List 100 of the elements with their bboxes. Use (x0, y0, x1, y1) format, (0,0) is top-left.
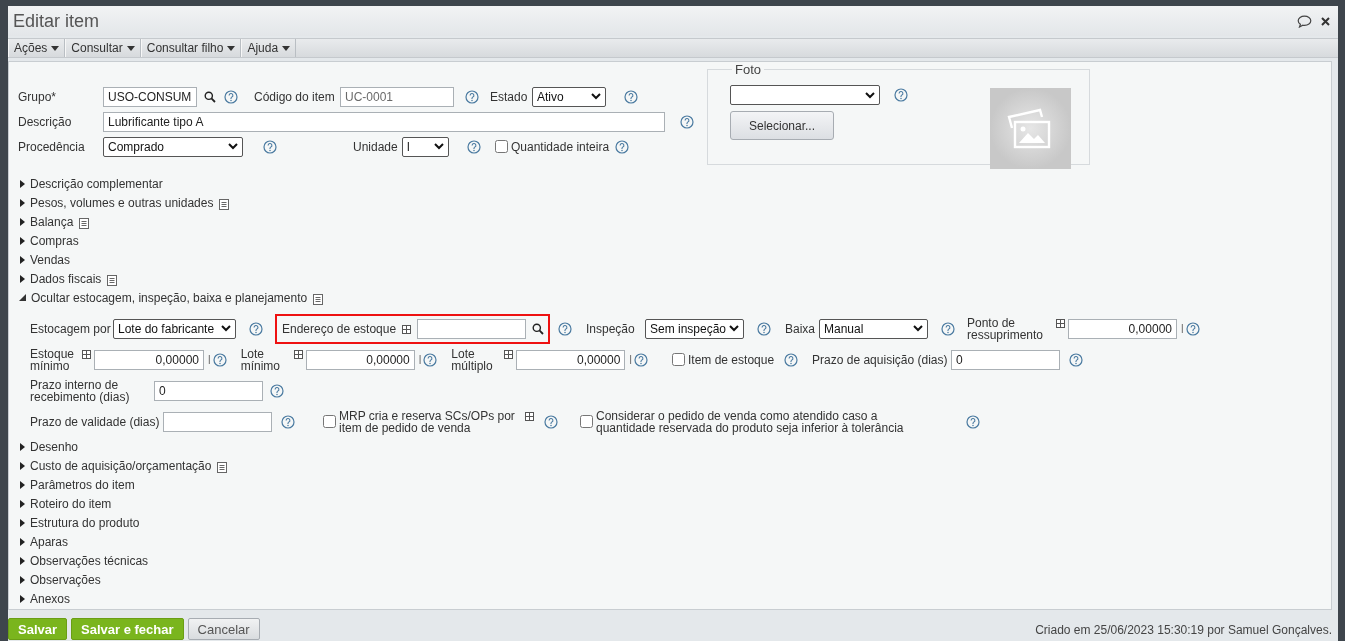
input-field[interactable]: USO-CONSUM (103, 86, 197, 107)
checkbox[interactable] (495, 140, 508, 153)
help-icon[interactable] (558, 321, 572, 336)
input-field[interactable]: 0,00000 (1068, 318, 1177, 339)
section-header[interactable]: Roteiro do item (30, 496, 112, 511)
dropdown[interactable]: Sem inspeção (645, 318, 744, 339)
note-icon[interactable] (217, 461, 228, 473)
help-icon[interactable] (634, 352, 648, 367)
grid-icon[interactable] (82, 349, 91, 359)
section-header[interactable]: Descrição complementar (30, 176, 163, 191)
dropdown[interactable]: Comprado (103, 136, 243, 157)
section-header[interactable]: Ocultar estocagem, inspeção, baixa e planejamento (31, 290, 308, 305)
help-icon[interactable] (249, 321, 263, 336)
help-icon[interactable] (423, 352, 438, 367)
help-icon[interactable] (894, 88, 908, 102)
checkbox-label: Quantidade inteira (511, 140, 610, 153)
section-header[interactable]: Observações (30, 572, 101, 587)
input-field[interactable]: 0,00000 (305, 349, 415, 370)
section-header[interactable]: Parâmetros do item (30, 477, 135, 492)
menu-item[interactable]: Consultar filho (140, 39, 242, 57)
grid-icon[interactable] (402, 324, 412, 334)
section-header[interactable]: Observações técnicas (30, 553, 149, 568)
help-icon[interactable] (941, 321, 955, 336)
input-field[interactable]: Lubrificante tipo A (103, 111, 665, 132)
expand-arrow-icon[interactable] (20, 198, 25, 207)
expand-arrow-icon[interactable] (20, 575, 25, 584)
expand-arrow-icon[interactable] (20, 236, 25, 245)
close-icon[interactable] (1321, 16, 1330, 26)
expand-arrow-icon[interactable] (20, 480, 25, 489)
search-icon[interactable] (204, 90, 216, 103)
note-icon[interactable] (79, 217, 90, 229)
search-icon[interactable] (532, 322, 544, 335)
section-header[interactable]: Estrutura do produto (30, 515, 140, 530)
note-icon[interactable] (107, 274, 118, 286)
expand-arrow-icon[interactable] (20, 274, 25, 283)
collapse-arrow-icon[interactable] (19, 294, 26, 301)
help-icon[interactable] (1185, 321, 1200, 336)
help-icon[interactable] (263, 139, 277, 154)
grid-icon[interactable] (525, 411, 534, 421)
checkbox[interactable] (672, 353, 685, 366)
section-header[interactable]: Balança (30, 214, 74, 229)
section-header[interactable]: Pesos, volumes e outras unidades (30, 195, 214, 210)
checkbox[interactable] (580, 415, 593, 428)
input-field[interactable]: 0 (951, 349, 1061, 370)
field-label: Grupo* (18, 90, 57, 103)
input-field[interactable] (163, 411, 272, 432)
note-icon[interactable] (219, 198, 230, 210)
help-icon[interactable] (757, 321, 771, 336)
menu-item[interactable]: Ajuda (241, 39, 297, 57)
grid-icon[interactable] (504, 349, 514, 359)
expand-arrow-icon[interactable] (20, 556, 25, 565)
expand-arrow-icon[interactable] (20, 537, 25, 546)
help-icon[interactable] (224, 89, 238, 104)
help-icon[interactable] (212, 352, 227, 367)
note-icon[interactable] (313, 293, 324, 305)
dropdown[interactable]: Lote do fabricante (113, 318, 236, 339)
input-field[interactable]: 0 (154, 380, 263, 401)
section-header[interactable]: Custo de aquisição/orçamentação (30, 458, 212, 473)
expand-arrow-icon[interactable] (20, 179, 25, 188)
caret-icon (126, 45, 135, 51)
input-field[interactable]: 0,00000 (516, 349, 626, 370)
help-icon[interactable] (615, 139, 630, 154)
section-header[interactable]: Aparas (30, 534, 69, 549)
help-icon[interactable] (624, 89, 638, 104)
help-icon[interactable] (680, 114, 694, 129)
expand-arrow-icon[interactable] (20, 217, 25, 226)
dropdown[interactable]: Ativo (532, 86, 606, 107)
section-header[interactable]: Anexos (30, 591, 71, 606)
expand-arrow-icon[interactable] (20, 518, 25, 527)
help-icon[interactable] (1069, 352, 1084, 367)
comment-icon[interactable] (1297, 14, 1312, 28)
select-button[interactable]: Selecionar... (730, 111, 834, 140)
input-field[interactable] (417, 318, 526, 339)
help-icon[interactable] (966, 414, 980, 429)
menu-item[interactable]: Ações (8, 39, 66, 57)
checkbox[interactable] (323, 415, 336, 428)
help-icon[interactable] (544, 414, 558, 429)
input-field[interactable]: 0,00000 (94, 349, 204, 370)
section-header[interactable]: Vendas (30, 252, 71, 267)
grid-icon[interactable] (1056, 318, 1065, 328)
expand-arrow-icon[interactable] (20, 255, 25, 264)
help-icon[interactable] (281, 414, 295, 429)
menu-item[interactable]: Consultar (65, 39, 141, 57)
dropdown[interactable] (730, 85, 880, 105)
expand-arrow-icon[interactable] (20, 499, 25, 508)
dropdown[interactable]: l (402, 136, 449, 157)
section-header[interactable]: Desenho (30, 439, 79, 454)
checkbox-label: Considerar o pedido de venda como atendido caso a quantidade reservada do produto seja inferior à tolerância (596, 409, 905, 434)
field-label: Descrição (18, 115, 72, 128)
dropdown[interactable]: Manual (819, 318, 928, 339)
help-icon[interactable] (467, 139, 481, 154)
grid-icon[interactable] (293, 349, 303, 359)
expand-arrow-icon[interactable] (20, 442, 25, 451)
expand-arrow-icon[interactable] (20, 461, 25, 470)
help-icon[interactable] (270, 383, 284, 398)
section-header[interactable]: Compras (30, 233, 79, 248)
help-icon[interactable] (784, 352, 799, 367)
section-header[interactable]: Dados fiscais (30, 271, 102, 286)
expand-arrow-icon[interactable] (20, 594, 25, 603)
footer-button[interactable]: Cancelar (187, 618, 260, 640)
